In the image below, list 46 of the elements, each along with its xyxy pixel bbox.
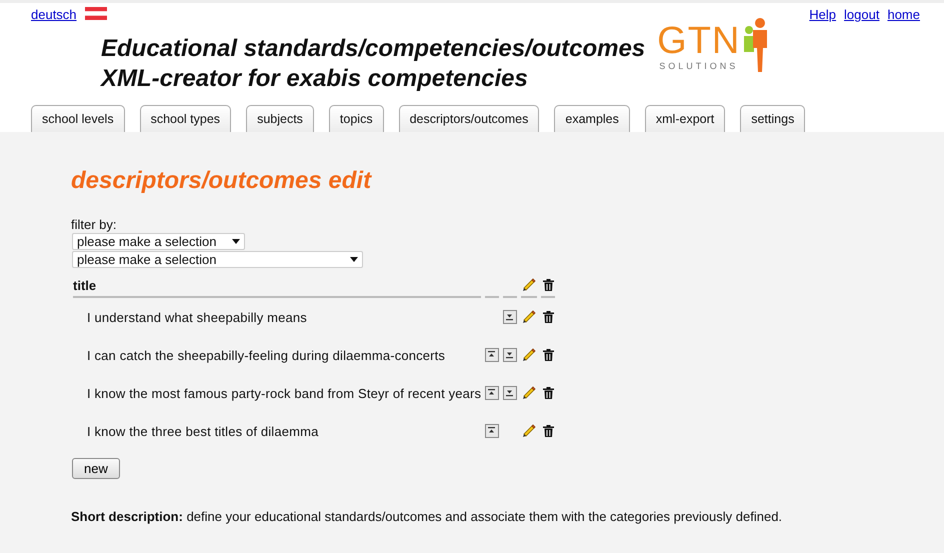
move-up-button[interactable]	[485, 424, 500, 438]
filter-select[interactable]: please make a selection	[72, 233, 245, 250]
nav-tab[interactable]: subjects	[246, 105, 314, 132]
outcome-title: I can catch the sheepabilly-feeling during dilaemma-concerts	[87, 348, 446, 362]
pencil-icon[interactable]	[521, 347, 538, 363]
pencil-icon[interactable]	[521, 385, 538, 401]
nav-tab[interactable]: school types	[140, 105, 232, 132]
move-up-button[interactable]	[485, 348, 500, 362]
logo-text: GTN	[657, 21, 740, 61]
pencil-icon[interactable]	[521, 309, 538, 325]
trash-icon[interactable]	[542, 387, 554, 399]
move-down-button[interactable]	[503, 348, 518, 362]
nav-link[interactable]: home	[887, 7, 920, 22]
app-title: XML-creator for exabis competencies	[101, 64, 528, 94]
move-down-button[interactable]	[503, 310, 518, 324]
nav-tab[interactable]: school levels	[31, 105, 125, 132]
caret-icon[interactable]	[350, 257, 358, 262]
move-up-button[interactable]	[485, 386, 500, 400]
page-title: descriptors/outcomes edit	[71, 167, 372, 195]
logo-tagline: SOLUTIONS	[659, 61, 738, 71]
flag-icon[interactable]	[84, 7, 107, 20]
nav-tab[interactable]: settings	[740, 105, 806, 132]
caret-icon[interactable]	[232, 239, 240, 244]
new-button[interactable]: new	[72, 458, 120, 479]
nav-tab[interactable]: examples	[554, 105, 630, 132]
nav-link[interactable]: Help	[809, 7, 836, 22]
outcome-title: I know the most famous party-rock band from Steyr of recent years	[87, 386, 482, 400]
app-title: Educational standards/competencies/outcomes	[101, 34, 646, 64]
pencil-icon[interactable]	[521, 277, 538, 293]
filter-label: filter by:	[71, 217, 117, 232]
nav-link[interactable]: logout	[844, 7, 880, 22]
move-down-button[interactable]	[503, 386, 518, 400]
nav-tab[interactable]: topics	[328, 105, 384, 132]
nav-tab[interactable]: descriptors/outcomes	[398, 105, 540, 132]
pencil-icon[interactable]	[521, 423, 538, 439]
language-link[interactable]: deutsch	[31, 7, 77, 22]
outcome-title: I understand what sheepabilly means	[87, 310, 307, 324]
outcome-title: I know the three best titles of dilaemma	[87, 424, 318, 438]
filter-select[interactable]: please make a selection	[72, 251, 363, 268]
short-description: Short description: define your educational standards/outcomes and associate them with the categories previously defined.	[71, 509, 782, 524]
trash-icon[interactable]	[542, 425, 554, 437]
nav-tab[interactable]: xml-export	[644, 105, 726, 132]
trash-icon[interactable]	[542, 279, 554, 291]
trash-icon[interactable]	[542, 311, 554, 323]
trash-icon[interactable]	[542, 349, 554, 361]
column-header: title	[73, 274, 482, 298]
